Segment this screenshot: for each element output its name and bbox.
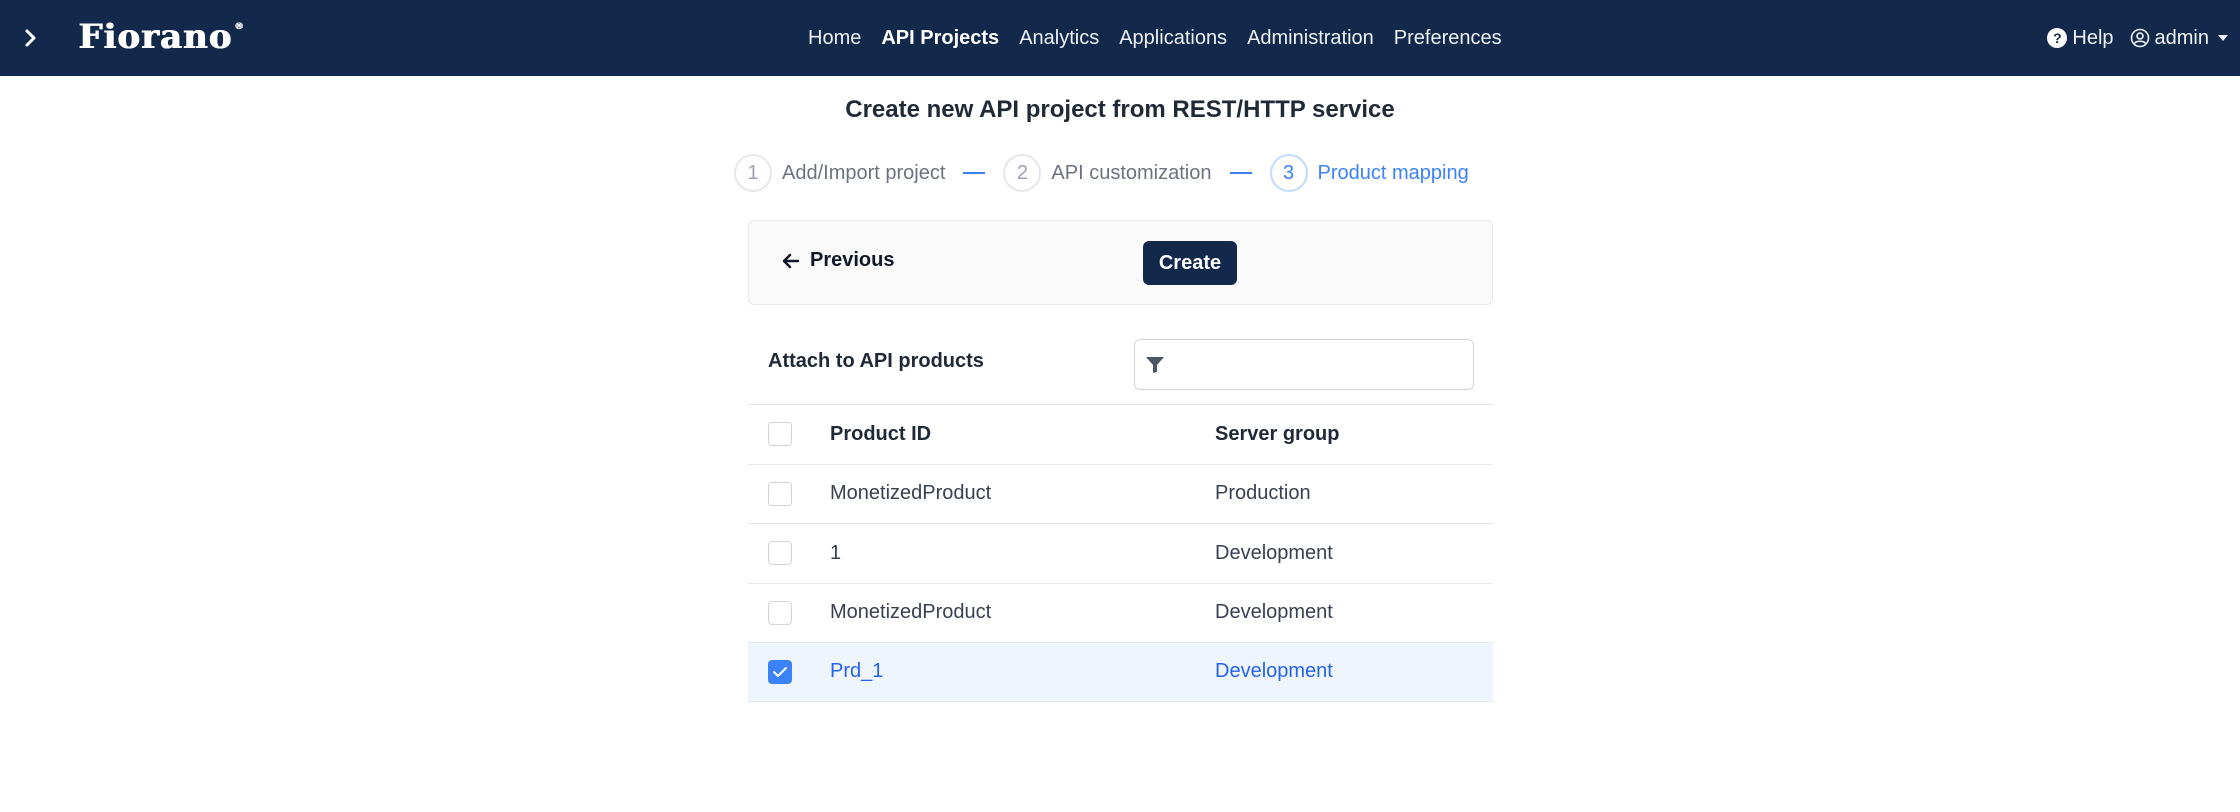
create-button[interactable]: Create [1143, 241, 1237, 285]
step-connector [1229, 172, 1252, 174]
menu-item-analytics[interactable]: Analytics [1019, 27, 1099, 50]
help-link[interactable]: ? Help [2047, 26, 2114, 50]
step-add-import-project[interactable]: 1 Add/Import project [734, 154, 945, 192]
select-all-checkbox[interactable] [768, 422, 792, 447]
menu-item-home[interactable]: Home [808, 27, 861, 50]
step-product-mapping[interactable]: 3 Product mapping [1269, 154, 1469, 192]
table-row[interactable]: 1 Development [748, 523, 1493, 583]
server-group-cell: Development [1215, 660, 1333, 683]
row-select-cell [768, 600, 792, 625]
logo-text: Fiorano [78, 17, 233, 57]
checkmark-icon [773, 666, 787, 677]
column-header-product-id[interactable]: Product ID [830, 423, 931, 446]
filter-icon [1146, 357, 1164, 373]
wizard-action-bar: Previous Create [748, 220, 1493, 305]
user-circle-icon [2130, 28, 2149, 48]
arrow-left-icon [782, 253, 800, 268]
step-label: Add/Import project [782, 161, 946, 184]
sidebar-toggle-button[interactable] [18, 24, 44, 52]
step-label: API customization [1051, 161, 1212, 184]
caret-down-icon [2218, 35, 2228, 41]
right-nav: ? Help admin [2047, 0, 2228, 76]
product-id-cell: MonetizedProduct [830, 601, 992, 624]
step-connector [963, 172, 986, 174]
step-number: 3 [1269, 154, 1308, 192]
fiorano-logo[interactable]: Fiorano ® [78, 17, 245, 57]
registered-mark: ® [234, 22, 245, 32]
menu-item-api-projects[interactable]: API Projects [881, 27, 999, 50]
filter-input[interactable] [1175, 348, 1465, 382]
server-group-cell: Production [1215, 482, 1311, 505]
user-menu[interactable]: admin [2130, 27, 2228, 50]
help-circle-icon: ? [2047, 28, 2068, 48]
step-label: Product mapping [1317, 161, 1469, 184]
product-id-cell: 1 [830, 541, 842, 564]
row-select-cell [768, 541, 792, 566]
user-label: admin [2154, 26, 2209, 49]
row-select-cell [768, 659, 792, 684]
table-row[interactable]: MonetizedProduct Production [748, 463, 1493, 524]
top-navbar: Fiorano ® Home API Projects Analytics App… [0, 0, 2240, 76]
row-checkbox[interactable] [768, 481, 792, 506]
step-api-customization[interactable]: 2 API customization [1003, 154, 1212, 192]
product-filter[interactable] [1134, 339, 1474, 390]
menu-item-applications[interactable]: Applications [1119, 27, 1227, 50]
server-group-cell: Development [1215, 541, 1333, 564]
step-number: 1 [734, 154, 772, 192]
previous-button[interactable]: Previous [782, 249, 894, 272]
page-title: Create new API project from REST/HTTP se… [845, 96, 1395, 123]
products-table: Product ID Server group MonetizedProduct… [748, 404, 1493, 702]
table-header-row: Product ID Server group [748, 404, 1493, 464]
column-header-server-group[interactable]: Server group [1215, 423, 1339, 446]
product-id-cell: MonetizedProduct [830, 482, 992, 505]
select-all-cell [768, 422, 792, 447]
server-group-cell: Development [1215, 601, 1333, 624]
main-menu: Home API Projects Analytics Applications… [808, 0, 1502, 76]
chevron-right-icon [25, 29, 36, 47]
row-select-cell [768, 481, 792, 506]
menu-item-administration[interactable]: Administration [1247, 27, 1374, 50]
table-row-selected[interactable]: Prd_1 Development [748, 642, 1493, 702]
step-number: 2 [1003, 154, 1042, 192]
row-checkbox-checked[interactable] [768, 659, 792, 684]
menu-item-preferences[interactable]: Preferences [1394, 27, 1502, 50]
wizard-stepper: 1 Add/Import project 2 API customization… [734, 154, 1469, 192]
row-checkbox[interactable] [768, 600, 792, 625]
attach-products-label: Attach to API products [768, 350, 984, 372]
previous-label: Previous [810, 249, 895, 271]
row-checkbox[interactable] [768, 541, 792, 566]
table-row[interactable]: MonetizedProduct Development [748, 582, 1493, 643]
product-id-cell: Prd_1 [830, 660, 884, 683]
help-label: Help [2072, 26, 2114, 49]
